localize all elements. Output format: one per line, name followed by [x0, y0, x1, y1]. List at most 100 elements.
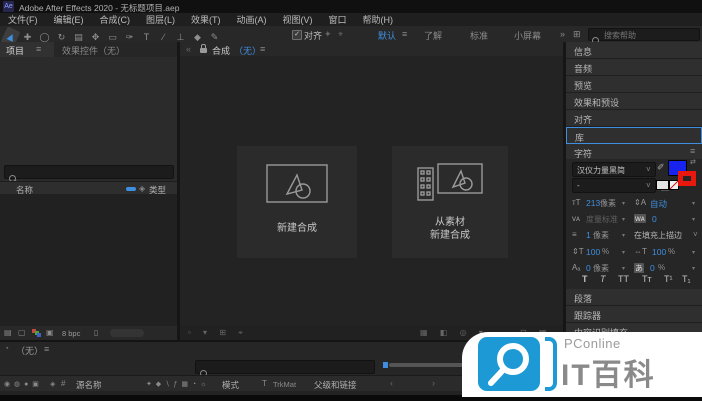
workspace-standard[interactable]: 标准: [470, 29, 488, 42]
timeline-zoom-marker[interactable]: [383, 362, 388, 368]
kerning-value[interactable]: 度量标准: [586, 214, 618, 225]
menu-help[interactable]: 帮助(H): [355, 13, 402, 26]
chevron-down-icon[interactable]: ▾: [622, 232, 625, 239]
sort-indicator[interactable]: [126, 187, 136, 191]
project-tab[interactable]: 项目 ≡: [0, 42, 54, 57]
baseline-shift-value[interactable]: 0: [586, 263, 591, 273]
all-caps-button[interactable]: TT: [618, 274, 629, 284]
column-parent-link[interactable]: 父级和链接: [314, 379, 357, 391]
snap-checkbox[interactable]: ✓: [292, 30, 302, 40]
label-color-icon[interactable]: ◈: [50, 380, 55, 388]
panel-bar-paragraph[interactable]: 段落: [566, 289, 702, 306]
scroll-right-icon[interactable]: ›: [432, 378, 435, 388]
panel-bar-info[interactable]: 信息: [566, 42, 702, 59]
menu-edit[interactable]: 编辑(E): [46, 13, 92, 26]
chevron-down-icon[interactable]: ▾: [692, 216, 695, 223]
chevron-down-icon[interactable]: ▾: [622, 216, 625, 223]
chevron-down-icon[interactable]: ▾: [692, 200, 695, 207]
font-style-select[interactable]: - ˅: [572, 178, 656, 193]
help-search-input[interactable]: [602, 29, 698, 41]
menu-file[interactable]: 文件(F): [0, 13, 46, 26]
stroke-mode-select[interactable]: 在填充上描边: [634, 230, 682, 241]
color-depth-icon[interactable]: [32, 329, 41, 337]
column-index[interactable]: #: [61, 379, 65, 388]
chevron-down-icon[interactable]: ▾: [622, 200, 625, 207]
chevron-down-icon[interactable]: ▾: [692, 265, 695, 272]
panel-menu-icon[interactable]: ≡: [44, 344, 49, 354]
person-icon[interactable]: ✦: [324, 29, 332, 40]
lock-icon[interactable]: [200, 44, 207, 53]
column-mode[interactable]: 模式: [222, 379, 239, 391]
small-caps-button[interactable]: Tᴛ: [642, 274, 652, 284]
panel-bar-align[interactable]: 对齐: [566, 110, 702, 127]
project-item-list[interactable]: [0, 194, 177, 326]
eyedropper-icon[interactable]: ✐: [657, 162, 665, 173]
stroke-color-swatch[interactable]: [678, 171, 696, 186]
layer-switches-icons[interactable]: ✦ ◆ ∖ ƒ ▦ ◔ ☼: [146, 380, 208, 388]
workspace-overflow-icon[interactable]: »: [560, 29, 565, 39]
scroll-left-icon[interactable]: ‹: [390, 378, 393, 388]
panel-menu-icon[interactable]: ≡: [36, 44, 41, 54]
panel-bar-libraries[interactable]: 库: [566, 127, 702, 144]
label-color-icon[interactable]: ◈: [139, 184, 145, 193]
menu-window[interactable]: 窗口: [321, 13, 355, 26]
panel-menu-icon[interactable]: ≡: [260, 44, 265, 54]
new-comp-icon[interactable]: ▣: [46, 328, 54, 337]
magnifier-icon: [488, 343, 529, 386]
swap-fill-stroke-icon[interactable]: ⇄: [690, 158, 696, 166]
tsume-value[interactable]: 0: [650, 263, 655, 273]
panel-bar-preview[interactable]: 预览: [566, 76, 702, 93]
workspace-learn[interactable]: 了解: [424, 29, 442, 42]
panel-bar-audio[interactable]: 音频: [566, 59, 702, 76]
trash-icon[interactable]: ▯: [94, 328, 98, 337]
faux-bold-button[interactable]: T: [582, 274, 588, 284]
interpret-footage-icon[interactable]: ▤: [4, 328, 12, 337]
menu-composition[interactable]: 合成(C): [92, 13, 139, 26]
column-source-name[interactable]: 源名称: [76, 379, 102, 391]
leading-value[interactable]: 自动: [650, 198, 667, 210]
column-t[interactable]: T: [262, 379, 267, 388]
new-folder-icon[interactable]: ▢: [18, 328, 26, 337]
effect-controls-tab[interactable]: 效果控件（无）: [62, 44, 125, 57]
help-search-box[interactable]: [588, 28, 700, 44]
workspace-small-screen[interactable]: 小屏幕: [514, 29, 541, 42]
white-swatch[interactable]: [656, 180, 669, 190]
workspace-default[interactable]: 默认: [378, 29, 396, 42]
new-composition-button[interactable]: 新建合成: [237, 146, 357, 258]
menu-animation[interactable]: 动画(A): [229, 13, 275, 26]
superscript-button[interactable]: T¹: [664, 274, 673, 284]
horizontal-scale-value[interactable]: 100: [652, 247, 666, 257]
timeline-search-box[interactable]: [195, 360, 375, 377]
chevron-down-icon: ˅: [646, 181, 651, 190]
bit-depth-button[interactable]: 8 bpc: [62, 329, 80, 338]
collapse-chevrons-icon[interactable]: «: [186, 44, 191, 54]
workspace-menu-icon[interactable]: ≡: [402, 29, 407, 39]
panel-bar-effects-presets[interactable]: 效果和预设: [566, 93, 702, 110]
menu-view[interactable]: 视图(V): [275, 13, 321, 26]
comp-view-controls-icons[interactable]: ▫ ▾ ⊞ ⌖: [188, 328, 248, 338]
workspace-bar-icon[interactable]: ⊞: [573, 29, 581, 40]
av-features-icons[interactable]: ◉ ◍ ● ▣: [4, 380, 40, 388]
tracking-value[interactable]: 0: [652, 214, 657, 224]
chevron-down-icon[interactable]: ▾: [692, 249, 695, 256]
column-trkmat[interactable]: TrkMat: [273, 380, 296, 389]
chevron-down-icon[interactable]: ▾: [622, 265, 625, 272]
subscript-button[interactable]: T₁: [682, 274, 691, 284]
comp-tab-label[interactable]: 合成: [212, 44, 230, 57]
axis-mode-icon[interactable]: ⌖: [338, 29, 343, 40]
panel-bar-tracker[interactable]: 跟踪器: [566, 306, 702, 323]
vertical-scale-value[interactable]: 100: [586, 247, 600, 257]
font-size-value[interactable]: 213: [586, 198, 600, 208]
stroke-width-value[interactable]: 1: [586, 230, 591, 240]
panel-menu-icon[interactable]: ≡: [690, 146, 695, 156]
comp-tab-bar: « 合成 （无） ≡: [180, 42, 563, 56]
faux-italic-button[interactable]: T: [600, 274, 606, 284]
new-comp-from-footage-button[interactable]: 从素材 新建合成: [392, 146, 508, 258]
menu-layer[interactable]: 图层(L): [138, 13, 183, 26]
project-search-box[interactable]: [4, 165, 174, 182]
font-family-select[interactable]: 汉仪力量黑简 ˅: [572, 162, 656, 177]
timeline-tab-label[interactable]: （无）: [16, 344, 43, 357]
menu-effect[interactable]: 效果(T): [183, 13, 229, 26]
chevron-down-icon[interactable]: ▾: [622, 249, 625, 256]
character-panel-header[interactable]: 字符 ≡: [566, 144, 702, 160]
